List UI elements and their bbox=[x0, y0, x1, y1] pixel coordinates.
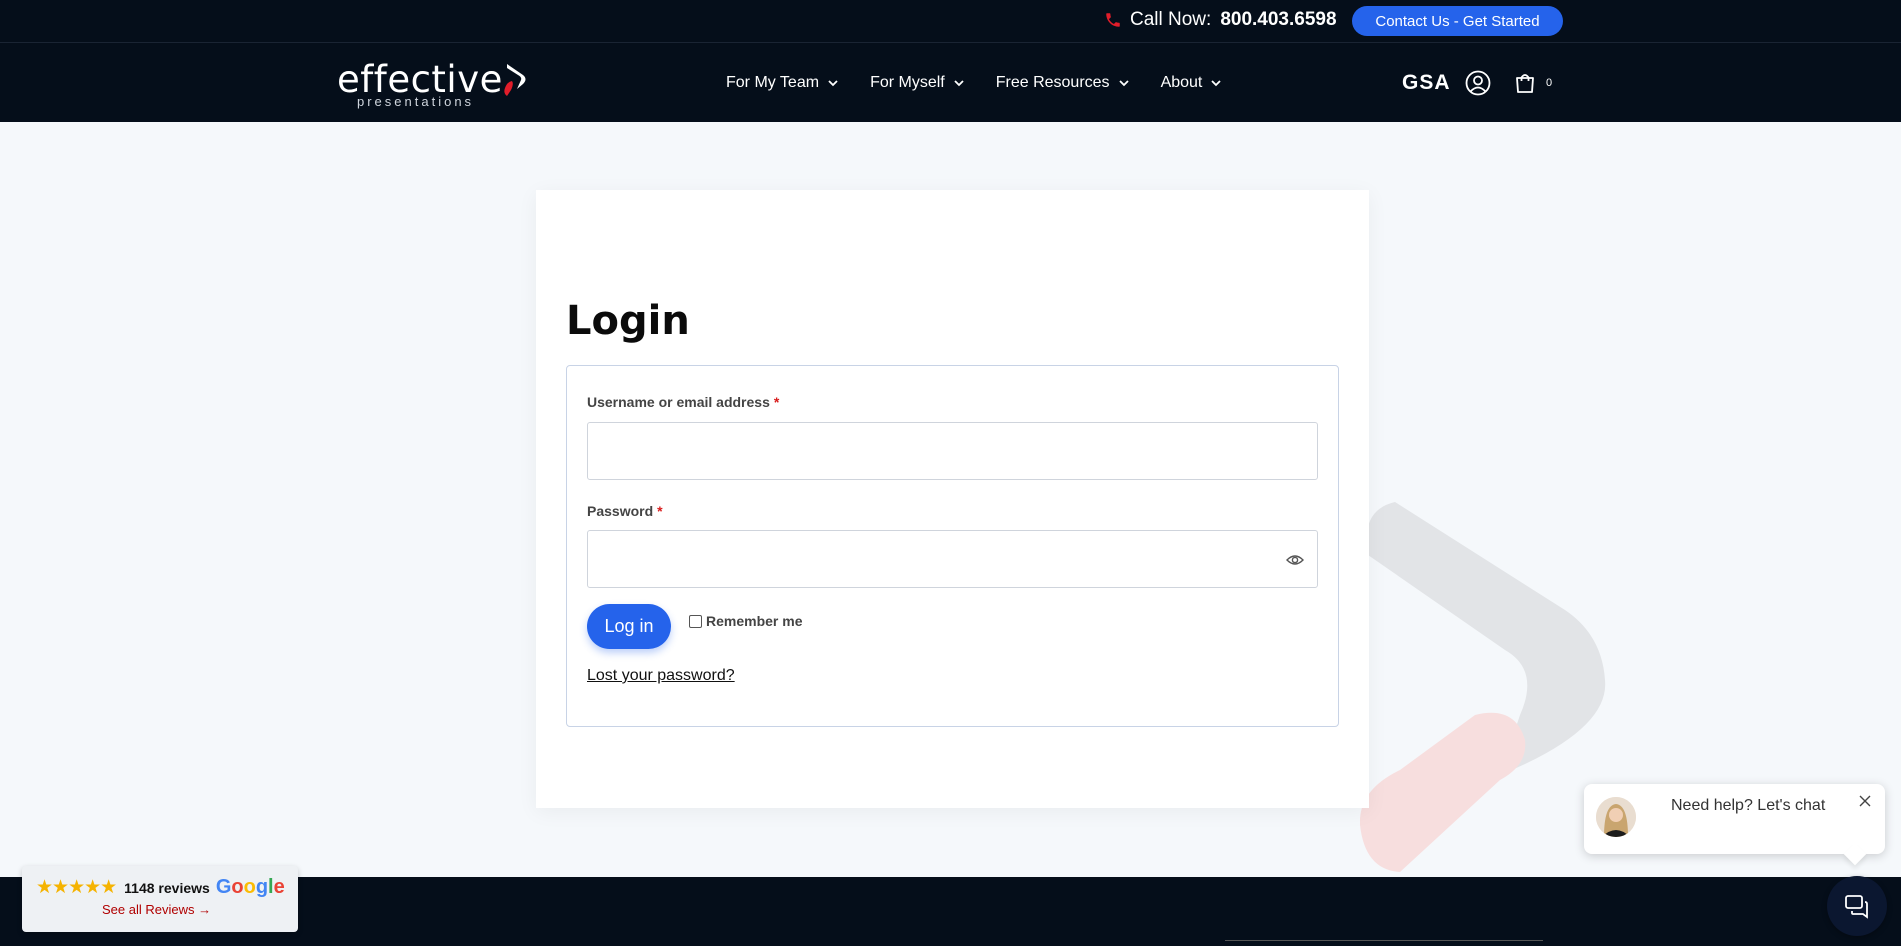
reviews-count: 1148 reviews bbox=[124, 879, 210, 896]
chevron-down-icon bbox=[1118, 80, 1129, 87]
nav-free-resources[interactable]: Free Resources bbox=[996, 71, 1130, 95]
main-header: effective presentations For My Team For … bbox=[0, 42, 1901, 122]
page-title: Login bbox=[566, 298, 690, 344]
logo[interactable]: effective presentations bbox=[337, 58, 537, 109]
account-icon[interactable] bbox=[1465, 70, 1491, 96]
close-icon[interactable] bbox=[1859, 795, 1871, 807]
chat-message: Need help? Let's chat bbox=[1671, 797, 1826, 814]
nav-about[interactable]: About bbox=[1161, 71, 1223, 95]
login-form: Username or email address * Password * Log… bbox=[566, 365, 1339, 727]
lost-password-link[interactable]: Lost your password? bbox=[587, 667, 735, 685]
decorative-brand-mark bbox=[1360, 502, 1606, 872]
main-nav: For My Team For Myself Free Resources Ab… bbox=[726, 71, 1253, 95]
call-now[interactable]: Call Now: 800.403.6598 bbox=[1104, 8, 1337, 32]
phone-icon bbox=[1106, 13, 1120, 27]
login-button[interactable]: Log in bbox=[587, 604, 671, 649]
nav-label: For Myself bbox=[870, 74, 945, 91]
chevron-down-icon bbox=[1211, 80, 1222, 87]
remember-me-label: Remember me bbox=[706, 613, 803, 629]
phone-number[interactable]: 800.403.6598 bbox=[1220, 9, 1336, 31]
login-card: Login Username or email address * Passwor… bbox=[536, 190, 1369, 808]
google-reviews-widget[interactable]: ★★★★★ 1148 reviews Google See all Review… bbox=[22, 866, 298, 932]
required-mark: * bbox=[773, 394, 780, 410]
contact-us-button[interactable]: Contact Us - Get Started bbox=[1352, 6, 1563, 36]
chevron-down-icon bbox=[828, 80, 838, 87]
nav-for-myself[interactable]: For Myself bbox=[870, 71, 965, 95]
remember-me[interactable]: Remember me bbox=[689, 613, 803, 629]
agent-avatar bbox=[1596, 797, 1636, 837]
remember-me-checkbox[interactable] bbox=[689, 614, 702, 628]
chevron-down-icon bbox=[954, 80, 964, 87]
top-bar: Call Now: 800.403.6598 Contact Us - Get … bbox=[0, 0, 1901, 42]
chat-prompt[interactable]: Need help? Let's chat bbox=[1584, 784, 1885, 866]
chat-icon bbox=[1845, 895, 1868, 919]
nav-label: For My Team bbox=[726, 74, 820, 91]
username-input[interactable] bbox=[587, 422, 1318, 480]
password-input[interactable] bbox=[587, 530, 1318, 588]
reviews-row: ★★★★★ 1148 reviews Google bbox=[36, 876, 285, 899]
rating-stars-icon: ★★★★★ bbox=[36, 877, 117, 898]
logo-subtitle: presentations bbox=[357, 94, 475, 109]
username-label: Username or email address * bbox=[587, 394, 779, 410]
google-logo: Google bbox=[215, 876, 285, 898]
nav-label: Free Resources bbox=[995, 74, 1110, 91]
username-label-text: Username or email address bbox=[587, 394, 770, 410]
call-label: Call Now: bbox=[1130, 9, 1212, 30]
password-label: Password * bbox=[587, 503, 663, 519]
see-all-reviews-link[interactable]: See all Reviews → bbox=[102, 902, 211, 917]
required-mark: * bbox=[657, 503, 663, 519]
chat-launcher-button[interactable] bbox=[1827, 876, 1887, 936]
gsa-link[interactable]: GSA bbox=[1402, 71, 1450, 95]
password-label-text: Password bbox=[587, 503, 654, 519]
nav-for-my-team[interactable]: For My Team bbox=[726, 71, 839, 95]
header-icons: GSA 0 bbox=[1402, 70, 1552, 96]
nav-label: About bbox=[1160, 74, 1203, 91]
cart-count: 0 bbox=[1546, 77, 1553, 89]
logo-mark-icon bbox=[504, 64, 526, 96]
cart-icon[interactable] bbox=[1513, 71, 1537, 95]
chat-bubble-tail bbox=[1843, 842, 1867, 866]
show-password-eye-icon[interactable] bbox=[1286, 551, 1304, 569]
footer-divider bbox=[1225, 940, 1543, 941]
